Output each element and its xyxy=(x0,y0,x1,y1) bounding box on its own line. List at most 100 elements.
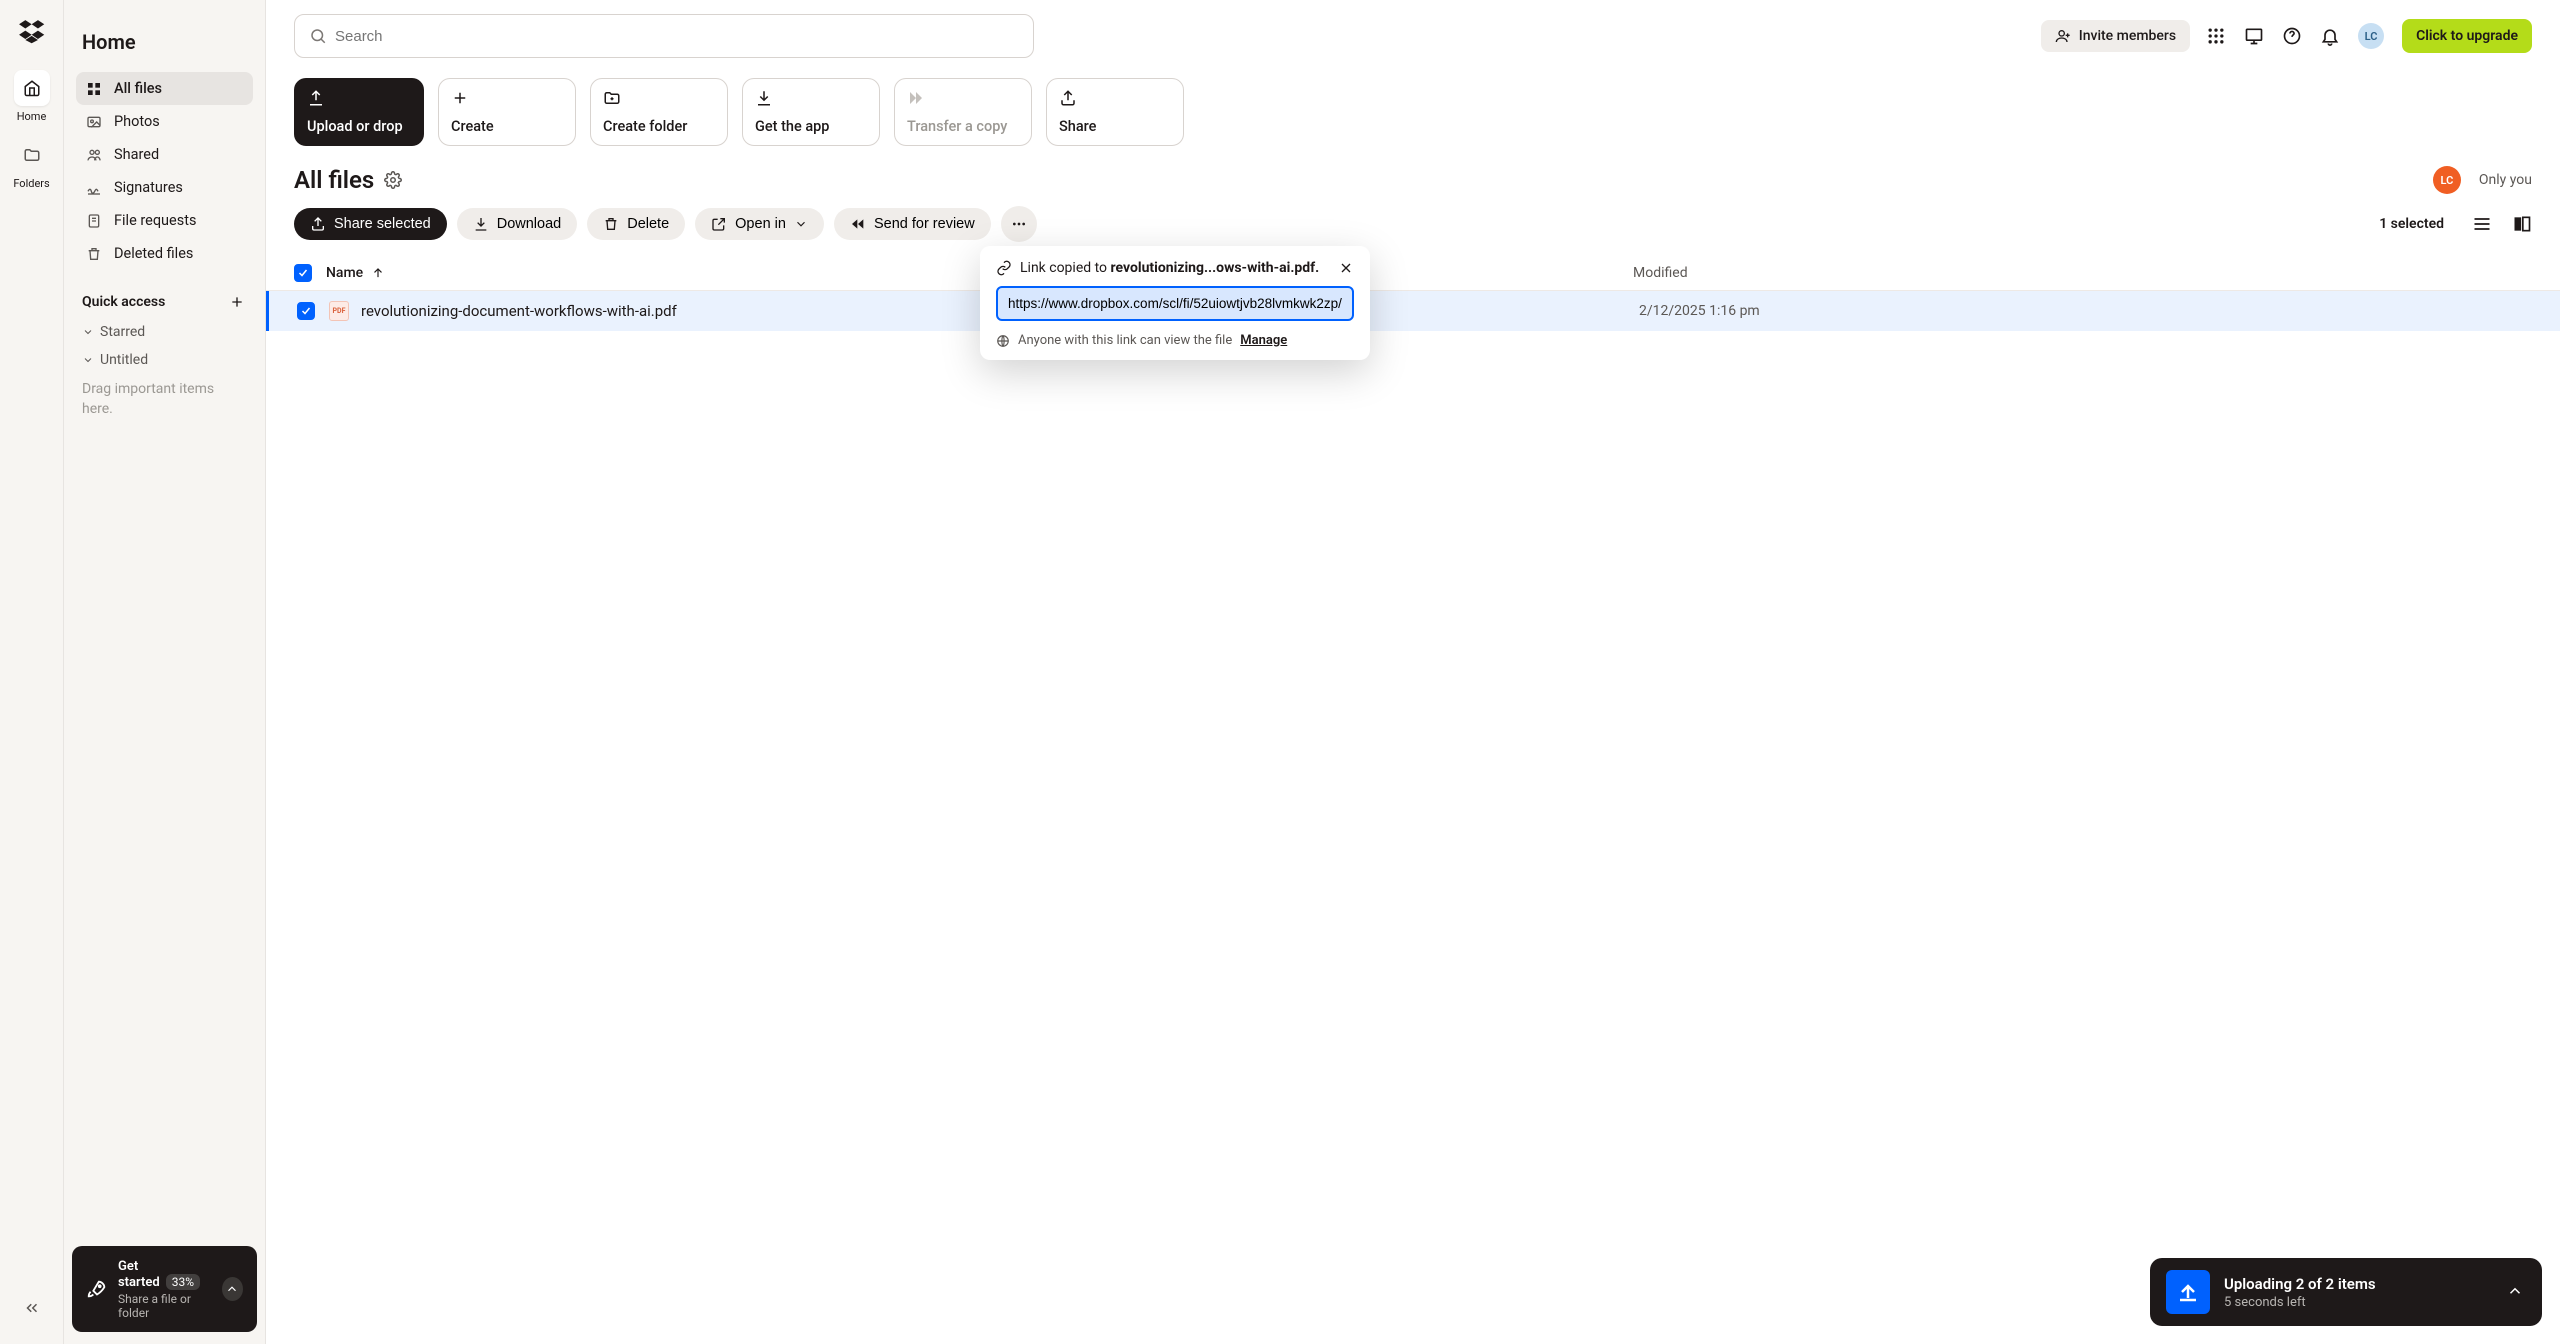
action-get-app[interactable]: Get the app xyxy=(742,78,880,146)
anyone-text: Anyone with this link can view the file xyxy=(1018,333,1232,348)
get-started-pct: 33% xyxy=(166,1274,200,1290)
globe-icon xyxy=(996,334,1010,348)
get-started-sub: Share a file or folder xyxy=(118,1292,212,1320)
action-transfer[interactable]: Transfer a copy xyxy=(894,78,1032,146)
action-upload[interactable]: Upload or drop xyxy=(294,78,424,146)
selection-count: 1 selected xyxy=(2379,216,2444,232)
page-title: All files xyxy=(294,166,374,194)
more-actions-button[interactable] xyxy=(1001,206,1037,242)
panel-view-icon[interactable] xyxy=(2512,214,2532,234)
left-rail: Home Folders xyxy=(0,0,64,1344)
upload-toast[interactable]: Uploading 2 of 2 items 5 seconds left xyxy=(2150,1258,2542,1326)
share-selected-button[interactable]: Share selected xyxy=(294,208,447,240)
name-column-header[interactable]: Name xyxy=(326,265,385,281)
file-modified: 2/12/2025 1:16 pm xyxy=(1639,303,1760,319)
manage-link[interactable]: Manage xyxy=(1240,333,1287,348)
search-input[interactable] xyxy=(335,28,1019,45)
action-get-app-label: Get the app xyxy=(755,118,867,135)
popover-prefix: Link copied to xyxy=(1020,260,1111,276)
get-started-card[interactable]: Get started 33% Share a file or folder xyxy=(72,1246,257,1332)
bell-icon[interactable] xyxy=(2320,26,2340,46)
action-transfer-label: Transfer a copy xyxy=(907,118,1019,135)
action-share[interactable]: Share xyxy=(1046,78,1184,146)
settings-gear-icon[interactable] xyxy=(384,171,402,189)
main-content: Invite members LC Click to upgrade Uploa… xyxy=(266,0,2560,1344)
quick-access-heading: Quick access xyxy=(82,294,165,310)
send-review-button[interactable]: Send for review xyxy=(834,208,991,240)
link-copied-popover: Link copied to revolutionizing...ows-wit… xyxy=(980,246,1370,360)
action-create-folder[interactable]: Create folder xyxy=(590,78,728,146)
apps-grid-icon[interactable] xyxy=(2206,26,2226,46)
rail-folders[interactable]: Folders xyxy=(14,137,50,190)
only-you-label: Only you xyxy=(2479,172,2532,188)
nav-signatures-label: Signatures xyxy=(114,179,183,196)
get-started-title: Get started xyxy=(118,1259,160,1290)
share-out-icon xyxy=(310,216,326,232)
more-horizontal-icon xyxy=(1011,216,1027,232)
sidebar: Home All files Photos Shared Signatures … xyxy=(64,0,266,1344)
action-upload-label: Upload or drop xyxy=(307,118,411,135)
rail-home-label: Home xyxy=(17,110,47,123)
nav-photos[interactable]: Photos xyxy=(76,105,253,138)
copied-link-input[interactable] xyxy=(996,286,1354,321)
share-selected-label: Share selected xyxy=(334,216,431,232)
rail-home[interactable]: Home xyxy=(14,70,50,123)
upgrade-button[interactable]: Click to upgrade xyxy=(2402,19,2532,53)
toast-title: Uploading 2 of 2 items xyxy=(2224,1275,2376,1293)
invite-label: Invite members xyxy=(2079,28,2176,44)
row-checkbox[interactable] xyxy=(297,302,315,320)
nav-all-files[interactable]: All files xyxy=(76,72,253,105)
list-view-icon[interactable] xyxy=(2472,214,2492,234)
nav-signatures[interactable]: Signatures xyxy=(76,171,253,204)
person-add-icon xyxy=(2055,28,2071,44)
action-create-folder-label: Create folder xyxy=(603,118,715,135)
chevron-up-icon[interactable] xyxy=(222,1277,243,1301)
share-icon xyxy=(1059,89,1077,107)
file-name: revolutionizing-document-workflows-with-… xyxy=(361,302,677,320)
starred-section[interactable]: Starred xyxy=(76,318,253,346)
open-in-button[interactable]: Open in xyxy=(695,208,824,240)
action-create-label: Create xyxy=(451,118,563,135)
quick-access-add-icon[interactable] xyxy=(227,292,247,312)
modified-column-header[interactable]: Modified xyxy=(1633,265,1688,281)
nav-file-requests[interactable]: File requests xyxy=(76,204,253,237)
action-share-label: Share xyxy=(1059,118,1171,135)
invite-members-button[interactable]: Invite members xyxy=(2041,20,2190,52)
nav-shared[interactable]: Shared xyxy=(76,138,253,171)
untitled-section[interactable]: Untitled xyxy=(76,346,253,374)
search-box[interactable] xyxy=(294,14,1034,58)
toast-subtitle: 5 seconds left xyxy=(2224,1295,2376,1310)
table-row[interactable]: PDF revolutionizing-document-workflows-w… xyxy=(266,291,2560,331)
user-avatar[interactable]: LC xyxy=(2358,23,2384,49)
untitled-label: Untitled xyxy=(100,352,148,368)
transfer-icon xyxy=(907,89,925,107)
nav-deleted[interactable]: Deleted files xyxy=(76,237,253,270)
dropbox-logo-icon[interactable] xyxy=(18,18,46,46)
trash-icon xyxy=(603,216,619,232)
nav-photos-label: Photos xyxy=(114,113,160,130)
sort-asc-icon xyxy=(371,266,385,280)
nav-deleted-label: Deleted files xyxy=(114,245,193,262)
owner-avatar[interactable]: LC xyxy=(2433,166,2461,194)
action-create[interactable]: Create xyxy=(438,78,576,146)
toast-expand-icon[interactable] xyxy=(2506,1282,2526,1302)
delete-button[interactable]: Delete xyxy=(587,208,685,240)
close-popover-icon[interactable] xyxy=(1338,260,1354,276)
send-review-label: Send for review xyxy=(874,216,975,232)
search-icon xyxy=(309,27,327,45)
rewind-icon xyxy=(850,216,866,232)
pdf-file-icon: PDF xyxy=(329,301,349,321)
present-icon[interactable] xyxy=(2244,26,2264,46)
drag-hint: Drag important items here. xyxy=(76,374,253,425)
delete-label: Delete xyxy=(627,216,669,232)
help-icon[interactable] xyxy=(2282,26,2302,46)
collapse-rail-icon[interactable] xyxy=(20,1296,44,1320)
rocket-icon xyxy=(86,1278,108,1300)
sidebar-title: Home xyxy=(82,30,247,54)
starred-label: Starred xyxy=(100,324,145,340)
upload-icon xyxy=(307,89,325,107)
download-button[interactable]: Download xyxy=(457,208,578,240)
name-header-label: Name xyxy=(326,265,363,281)
download-arrow-icon xyxy=(473,216,489,232)
select-all-checkbox[interactable] xyxy=(294,264,312,282)
